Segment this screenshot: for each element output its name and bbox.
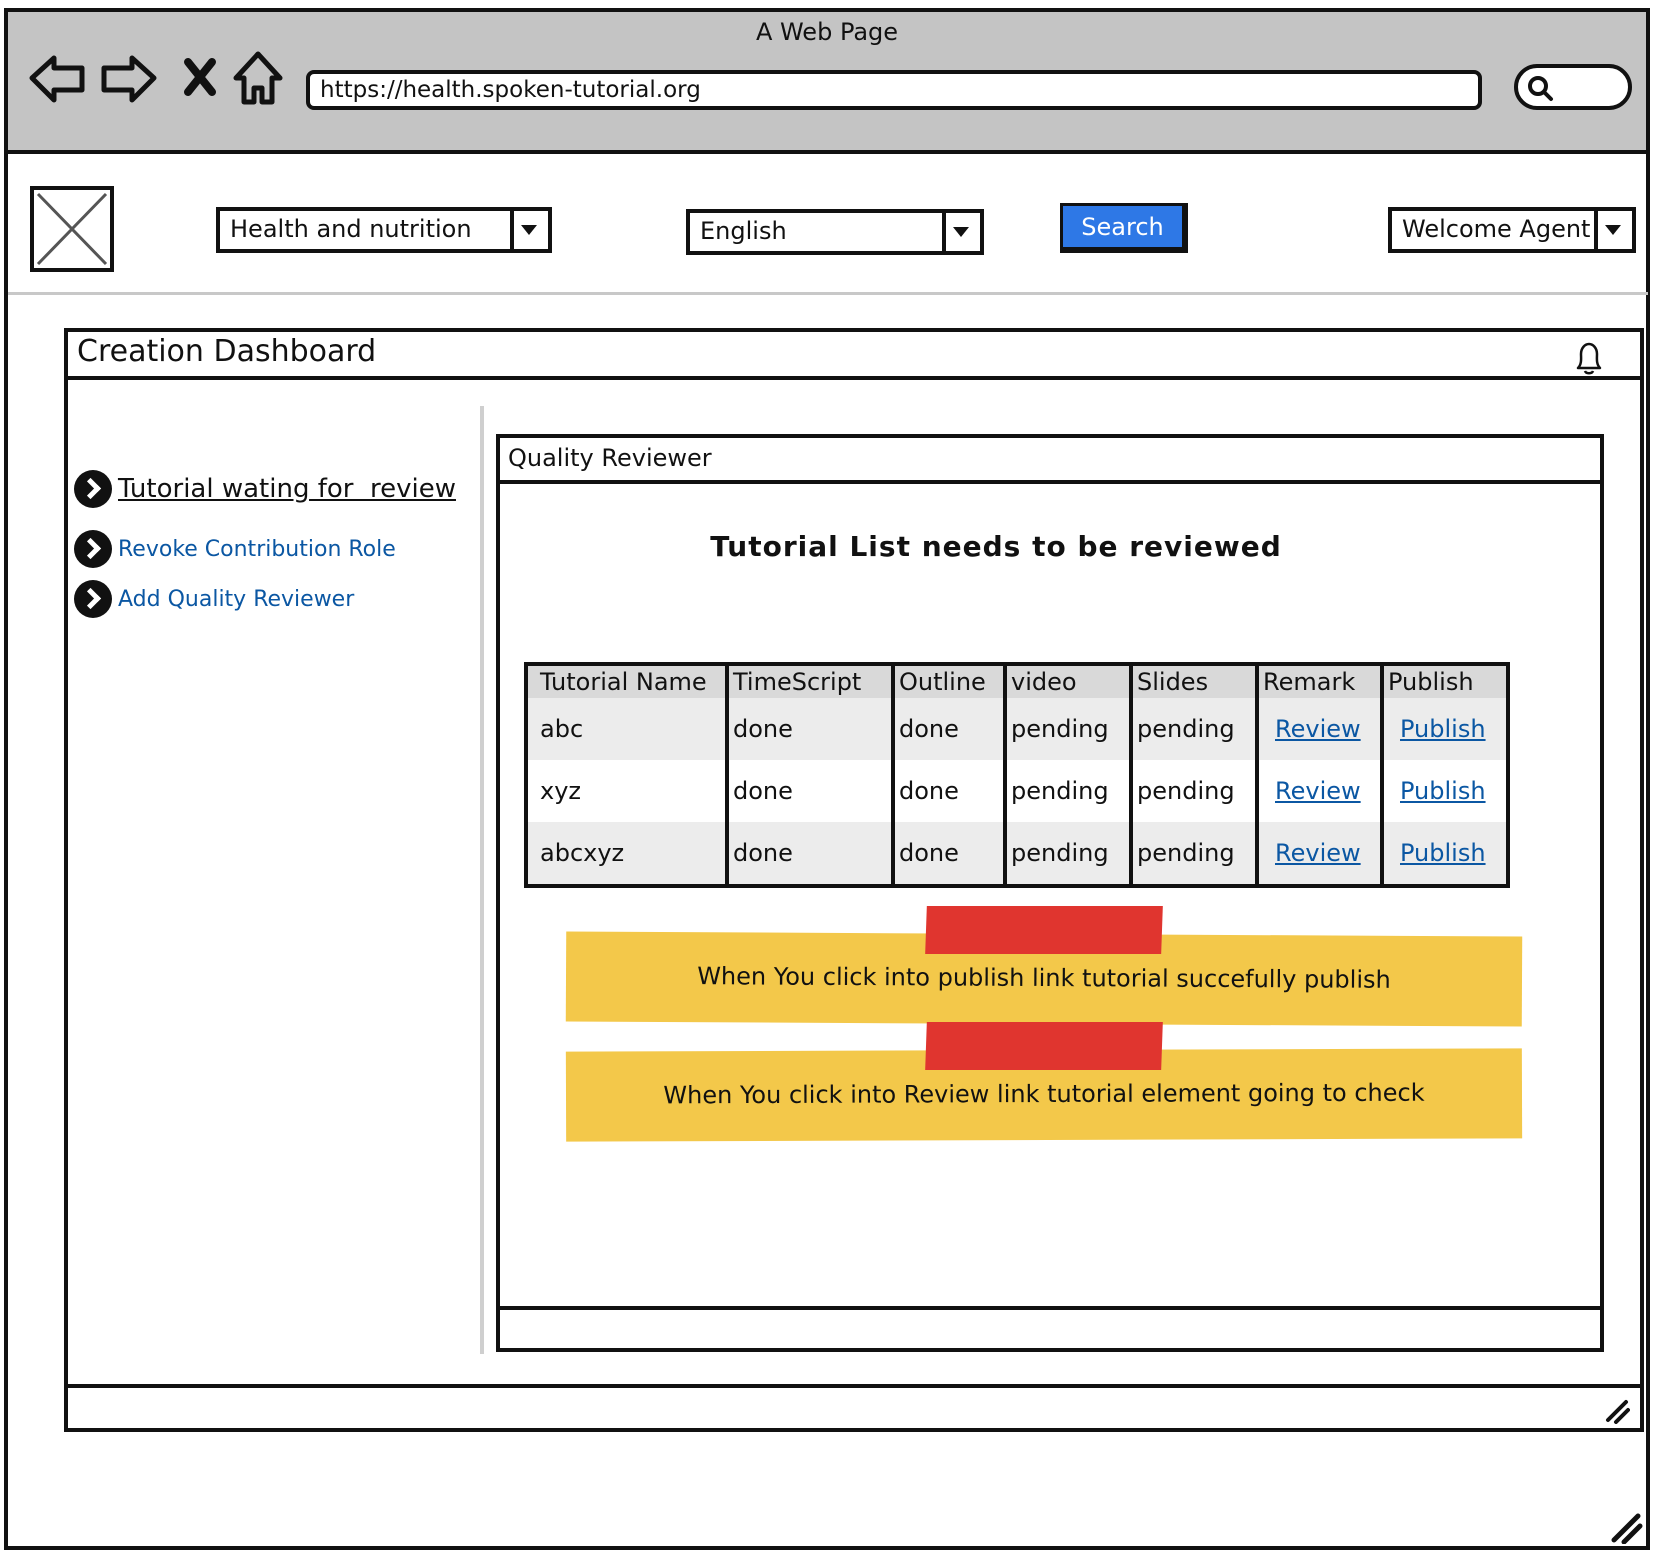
category-dropdown[interactable]: Health and nutrition [216, 207, 552, 253]
table-cell: pending [1003, 698, 1131, 760]
sticky-note-text: When You click into publish link tutoria… [697, 962, 1391, 994]
column-header: Publish [1380, 666, 1506, 698]
publish-link[interactable]: Publish [1400, 839, 1486, 867]
back-arrow-icon[interactable] [28, 52, 86, 104]
column-header: Remark [1255, 666, 1382, 698]
language-dropdown[interactable]: English [686, 209, 984, 255]
sidebar-divider [480, 406, 484, 1354]
panel-footer [496, 1306, 1604, 1352]
remark-cell: Review [1255, 760, 1382, 822]
table-cell: abcxyz [528, 822, 727, 884]
remark-cell: Review [1255, 698, 1382, 760]
table-cell: pending [1003, 822, 1131, 884]
dashboard-title: Creation Dashboard [77, 334, 377, 369]
table-cell: pending [1129, 822, 1257, 884]
sticky-note-text: When You click into Review link tutorial… [663, 1078, 1425, 1110]
table-cell: done [891, 760, 1005, 822]
chevron-right-circle-icon [74, 470, 112, 508]
chevron-right-circle-icon [74, 530, 112, 568]
column-header: Outline [891, 666, 1005, 698]
quality-reviewer-panel [496, 434, 1604, 1352]
list-heading: Tutorial List needs to be reviewed [710, 530, 1282, 563]
table-cell: done [725, 760, 893, 822]
table-cell: done [891, 822, 1005, 884]
review-link[interactable]: Review [1275, 777, 1361, 805]
tape-strip [925, 906, 1163, 954]
panel-title: Quality Reviewer [508, 444, 712, 472]
resize-handle-icon[interactable] [1604, 1398, 1630, 1424]
table-row: abcxyz done done pending pending Review … [528, 822, 1506, 884]
review-link[interactable]: Review [1275, 715, 1361, 743]
language-dropdown-value: English [700, 217, 787, 245]
table-cell: pending [1129, 760, 1257, 822]
sidebar-item-label: Add Quality Reviewer [118, 586, 355, 612]
logo-placeholder [30, 186, 114, 272]
tape-strip [925, 1022, 1163, 1070]
search-icon [1528, 76, 1553, 101]
table-row: abc done done pending pending Review Pub… [528, 698, 1506, 760]
browser-search-field[interactable] [1514, 64, 1632, 110]
stop-x-icon[interactable] [182, 56, 218, 98]
publish-link[interactable]: Publish [1400, 777, 1486, 805]
chevron-down-icon [1594, 211, 1632, 249]
publish-cell: Publish [1380, 698, 1506, 760]
table-row: xyz done done pending pending Review Pub… [528, 760, 1506, 822]
table-cell: done [891, 698, 1005, 760]
publish-cell: Publish [1380, 822, 1506, 884]
image-placeholder-icon [36, 192, 108, 266]
table-cell: xyz [540, 777, 582, 805]
table-cell: abc [528, 698, 727, 760]
home-icon[interactable] [232, 50, 284, 108]
user-menu-label: Welcome Agent [1402, 215, 1591, 243]
category-dropdown-value: Health and nutrition [230, 215, 472, 243]
sidebar-item-tutorial-waiting[interactable]: Tutorial wating for review [74, 470, 456, 508]
chevron-down-icon [942, 213, 980, 251]
resize-handle-icon[interactable] [1610, 1512, 1644, 1544]
table-cell: done [725, 822, 893, 884]
header-divider [8, 292, 1648, 295]
bell-icon[interactable] [1572, 340, 1606, 376]
search-button[interactable]: Search [1060, 203, 1188, 253]
table-cell: done [725, 698, 893, 760]
user-menu-dropdown[interactable]: Welcome Agent [1388, 207, 1636, 253]
review-link[interactable]: Review [1275, 839, 1361, 867]
window-title: A Web Page [755, 18, 899, 46]
table-header-row: Tutorial Name TimeScript Outline video S… [528, 666, 1506, 698]
table-cell: pending [1129, 698, 1257, 760]
remark-cell: Review [1255, 822, 1382, 884]
sidebar-item-revoke-role[interactable]: Revoke Contribution Role [74, 530, 396, 568]
sidebar-item-add-reviewer[interactable]: Add Quality Reviewer [74, 580, 354, 618]
sidebar-item-label: Tutorial wating for review [118, 474, 456, 504]
chevron-down-icon [510, 211, 548, 249]
column-header: Slides [1129, 666, 1257, 698]
tutorial-table: Tutorial Name TimeScript Outline video S… [524, 662, 1510, 888]
column-header: Tutorial Name [528, 666, 727, 698]
url-bar[interactable]: https://health.spoken-tutorial.org [306, 70, 1482, 110]
publish-link[interactable]: Publish [1400, 715, 1486, 743]
sidebar-item-label: Revoke Contribution Role [118, 536, 396, 562]
table-cell: pending [1003, 760, 1131, 822]
dashboard-footer [64, 1384, 1644, 1432]
publish-cell: Publish [1380, 760, 1506, 822]
chevron-right-circle-icon [74, 580, 112, 618]
column-header: TimeScript [725, 666, 893, 698]
column-header: video [1003, 666, 1131, 698]
forward-arrow-icon[interactable] [100, 52, 158, 104]
